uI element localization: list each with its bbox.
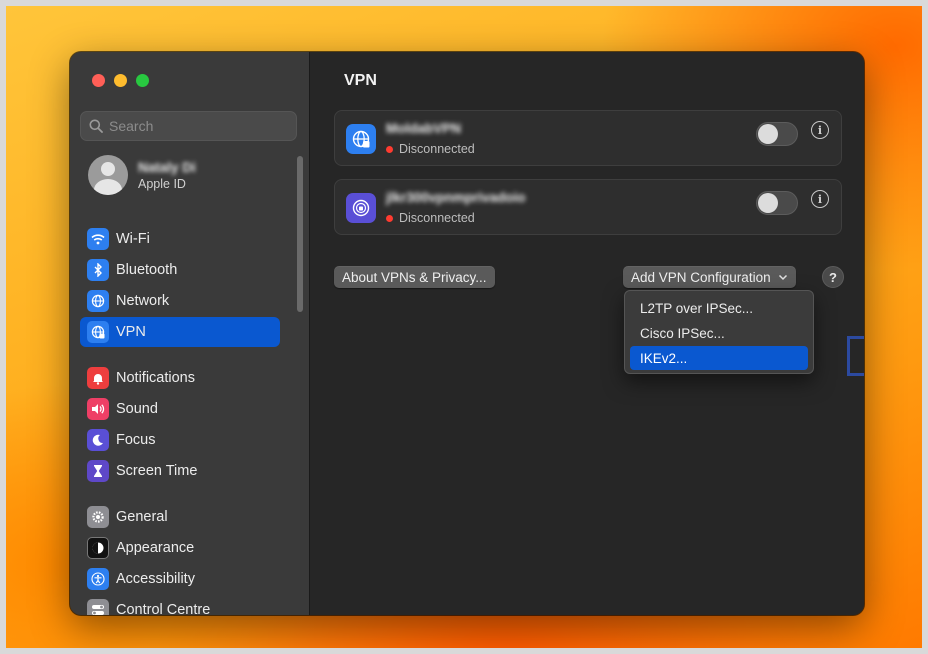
search-icon xyxy=(89,119,103,133)
sidebar-item-label: General xyxy=(116,509,168,525)
search-input[interactable]: Search xyxy=(80,111,297,141)
sidebar-item-vpn[interactable]: VPN xyxy=(80,317,280,347)
vpn-toggle[interactable] xyxy=(756,191,798,215)
system-settings-window: Search Nataly Di Apple ID Wi-Fi Bluetoot… xyxy=(70,52,864,615)
vpn-status-label: Disconnected xyxy=(399,211,475,225)
sidebar-item-label: VPN xyxy=(116,324,146,340)
apple-id-profile[interactable]: Nataly Di Apple ID xyxy=(88,155,196,195)
status-dot xyxy=(386,145,393,153)
profile-subtitle: Apple ID xyxy=(138,176,186,191)
vpn-shield-icon xyxy=(346,193,376,223)
vpn-globe-icon xyxy=(87,321,109,343)
minimize-window-button[interactable] xyxy=(114,74,127,87)
menu-item-ikev2[interactable]: IKEv2... xyxy=(630,346,808,370)
search-placeholder: Search xyxy=(109,118,154,134)
add-vpn-label: Add VPN Configuration xyxy=(631,269,771,285)
vpn-row[interactable]: jlkr300vpnmprivadoio Disconnected i xyxy=(334,179,842,235)
sidebar-item-label: Bluetooth xyxy=(116,262,178,278)
appearance-icon xyxy=(87,537,109,559)
profile-name: Nataly Di xyxy=(138,159,196,175)
globe-icon xyxy=(87,290,109,312)
sidebar-item-accessibility[interactable]: Accessibility xyxy=(80,564,280,594)
vpn-status-label: Disconnected xyxy=(399,142,475,156)
sidebar-item-label: Wi-Fi xyxy=(116,231,150,247)
sidebar-item-notifications[interactable]: Notifications xyxy=(80,363,280,393)
info-button[interactable]: i xyxy=(811,190,829,208)
sidebar-item-sound[interactable]: Sound xyxy=(80,394,280,424)
about-vpns-button[interactable]: About VPNs & Privacy... xyxy=(334,266,495,288)
moon-icon xyxy=(87,429,109,451)
close-window-button[interactable] xyxy=(92,74,105,87)
menu-item-l2tp[interactable]: L2TP over IPSec... xyxy=(630,296,808,320)
vpn-toggle[interactable] xyxy=(756,122,798,146)
vpn-status: Disconnected xyxy=(386,142,475,156)
sidebar-item-label: Appearance xyxy=(116,540,195,556)
accessibility-icon xyxy=(87,568,109,590)
gear-icon xyxy=(87,506,109,528)
bluetooth-icon xyxy=(87,259,109,281)
speaker-icon xyxy=(87,398,109,420)
sidebar-item-screen-time[interactable]: Screen Time xyxy=(80,456,280,486)
about-vpns-label: About VPNs & Privacy... xyxy=(342,269,487,285)
window-controls xyxy=(92,74,149,87)
sidebar-item-general[interactable]: General xyxy=(80,502,280,532)
vpn-name: jlkr300vpnmprivadoio xyxy=(386,190,526,205)
wifi-icon xyxy=(87,228,109,250)
sidebar: Search Nataly Di Apple ID Wi-Fi Bluetoot… xyxy=(70,52,310,615)
sidebar-item-label: Notifications xyxy=(116,370,195,386)
info-button[interactable]: i xyxy=(811,121,829,139)
sidebar-item-appearance[interactable]: Appearance xyxy=(80,533,280,563)
sidebar-item-control-centre[interactable]: Control Centre xyxy=(80,595,280,615)
sidebar-item-label: Sound xyxy=(116,401,158,417)
control-centre-icon xyxy=(87,599,109,615)
chevron-down-icon xyxy=(778,274,787,280)
zoom-window-button[interactable] xyxy=(136,74,149,87)
sidebar-item-label: Screen Time xyxy=(116,463,198,479)
menu-item-cisco-ipsec[interactable]: Cisco IPSec... xyxy=(630,321,808,345)
vpn-globe-icon xyxy=(346,124,376,154)
annotation-highlight-box xyxy=(847,336,864,376)
sidebar-item-bluetooth[interactable]: Bluetooth xyxy=(80,255,280,285)
bell-icon xyxy=(87,367,109,389)
vpn-type-menu: L2TP over IPSec... Cisco IPSec... IKEv2.… xyxy=(624,290,814,374)
status-dot xyxy=(386,214,393,222)
vpn-name: MoldabVPN xyxy=(386,121,462,136)
add-vpn-configuration-button[interactable]: Add VPN Configuration xyxy=(623,266,796,288)
sidebar-item-label: Accessibility xyxy=(116,571,195,587)
vpn-status: Disconnected xyxy=(386,211,475,225)
help-button[interactable]: ? xyxy=(822,266,844,288)
hourglass-icon xyxy=(87,460,109,482)
sidebar-item-focus[interactable]: Focus xyxy=(80,425,280,455)
main-pane: VPN MoldabVPN Disconnected i jlkr300vpnm… xyxy=(310,52,864,615)
sidebar-item-label: Network xyxy=(116,293,170,309)
sidebar-item-wifi[interactable]: Wi-Fi xyxy=(80,224,280,254)
avatar xyxy=(88,155,128,195)
sidebar-item-label: Focus xyxy=(116,432,156,448)
desktop-wallpaper: Search Nataly Di Apple ID Wi-Fi Bluetoot… xyxy=(6,6,922,648)
vpn-row[interactable]: MoldabVPN Disconnected i xyxy=(334,110,842,166)
sidebar-item-label: Control Centre xyxy=(116,602,211,615)
sidebar-scrollbar[interactable] xyxy=(297,156,303,312)
sidebar-item-network[interactable]: Network xyxy=(80,286,280,316)
page-title: VPN xyxy=(344,72,377,89)
